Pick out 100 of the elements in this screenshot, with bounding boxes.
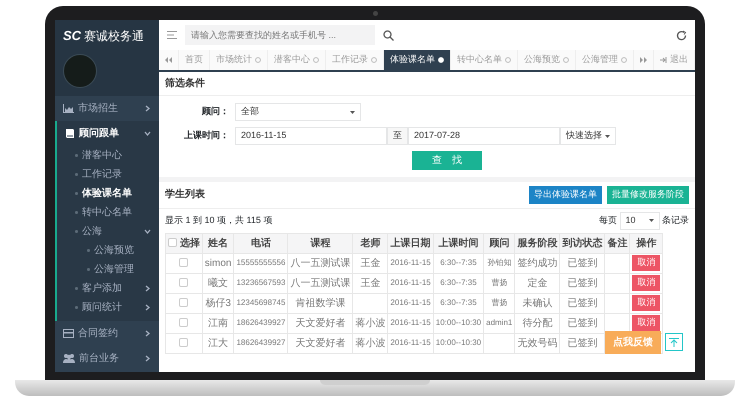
book-icon xyxy=(65,128,75,138)
close-icon xyxy=(563,57,569,63)
cancel-button[interactable]: 取消 xyxy=(632,315,660,331)
tab[interactable]: 转中心名单 xyxy=(451,50,518,70)
avatar[interactable] xyxy=(63,54,97,88)
table-cell: 13236567593 xyxy=(234,273,288,293)
table-cell: 待分配 xyxy=(514,313,560,333)
chevron-right-icon xyxy=(144,284,151,292)
sidebar-subitem[interactable]: 转中心名单 xyxy=(57,202,159,222)
tab[interactable]: 公海管理 xyxy=(576,50,634,70)
back-to-top-button[interactable] xyxy=(665,333,683,351)
sidebar-subitem[interactable]: 体验课名单 xyxy=(57,184,159,202)
cancel-button[interactable]: 取消 xyxy=(632,255,660,271)
quick-select-dropdown[interactable]: 快速选择 xyxy=(560,127,616,145)
result-summary: 显示 1 到 10 项，共 115 项 xyxy=(165,214,272,227)
table-cell: 18626439927 xyxy=(234,313,288,333)
row-checkbox[interactable] xyxy=(179,338,188,348)
caret-icon xyxy=(605,134,610,138)
action-button[interactable]: 批量修改服务阶段 xyxy=(607,186,689,204)
chevron-right-icon xyxy=(144,304,151,310)
table-cell: 10:00--10:30 xyxy=(433,313,484,333)
advisor-select[interactable]: 全部 xyxy=(235,103,361,121)
date-field[interactable]: 2017-07-28 xyxy=(408,127,560,145)
logo: SC xyxy=(63,28,82,43)
name-link[interactable]: 江南 xyxy=(202,313,234,333)
field-label: 上课时间： xyxy=(183,129,229,142)
card-icon xyxy=(63,328,74,338)
tab[interactable]: 首页 xyxy=(179,50,210,70)
sidebar-item[interactable]: 合同签约 xyxy=(55,320,159,346)
tab[interactable]: 市场统计 xyxy=(210,50,268,70)
select-all-checkbox[interactable] xyxy=(168,238,177,248)
row-checkbox[interactable] xyxy=(179,258,188,268)
row-checkbox[interactable] xyxy=(179,318,188,328)
table-cell: admin1 xyxy=(484,313,515,333)
column-header: 服务阶段 xyxy=(514,233,560,253)
field-label: 顾问： xyxy=(200,105,229,118)
per-page-select[interactable]: 10 xyxy=(620,212,660,230)
chart-icon xyxy=(63,104,74,112)
sidebar-subitem[interactable]: 公海预览 xyxy=(57,240,159,260)
close-icon xyxy=(255,57,261,63)
table-cell: 2016-11-15 xyxy=(388,253,434,273)
arrow-up-icon xyxy=(669,338,679,346)
close-icon xyxy=(621,57,627,63)
column-header: 操作 xyxy=(630,233,663,253)
cancel-button[interactable]: 取消 xyxy=(632,295,660,311)
row-checkbox[interactable] xyxy=(179,278,188,288)
sidebar-item[interactable]: 市场招生 xyxy=(55,96,159,120)
table-cell: 孙铂知 xyxy=(484,253,515,273)
table-cell: 已签到 xyxy=(560,293,605,313)
name-link[interactable]: 江大 xyxy=(202,333,234,353)
table-cell: 王金 xyxy=(352,253,388,273)
caret-icon xyxy=(350,110,355,114)
sidebar-subitem[interactable]: 潜客中心 xyxy=(57,146,159,164)
table-cell: 18626439927 xyxy=(234,333,288,353)
close-icon xyxy=(371,57,377,63)
table-cell: 八一五测试课 xyxy=(288,273,353,293)
refresh-icon xyxy=(676,30,687,40)
people-icon xyxy=(63,353,75,363)
table-cell: 天文爱好者 xyxy=(288,333,353,353)
tab[interactable]: 公海预览 xyxy=(518,50,576,70)
sidebar-item[interactable]: 前台业务 xyxy=(55,346,159,370)
chevron-down-icon xyxy=(144,130,151,136)
sidebar-item[interactable]: 顾问跟单 xyxy=(55,120,159,146)
table-cell: 蒋小波 xyxy=(352,333,388,353)
column-header: 电话 xyxy=(234,233,288,253)
row-checkbox[interactable] xyxy=(179,298,188,308)
column-header: 到访状态 xyxy=(560,233,605,253)
sidebar-subitem[interactable]: 公海 xyxy=(57,222,159,240)
cancel-button[interactable]: 取消 xyxy=(632,275,660,291)
column-header: 老师 xyxy=(352,233,388,253)
table-cell: 10:00--10:30 xyxy=(433,333,484,353)
double-right-arrow-icon xyxy=(640,57,647,63)
sidebar-subitem[interactable]: 工作记录 xyxy=(57,164,159,184)
sidebar-subitem[interactable]: 公海管理 xyxy=(57,260,159,278)
menu-icon xyxy=(167,31,177,39)
column-header: 选择 xyxy=(180,238,200,248)
date-field[interactable]: 2016-11-15 xyxy=(235,127,387,145)
search-button[interactable]: 查 找 xyxy=(412,151,482,170)
chevron-right-icon xyxy=(144,104,151,112)
panel-title: 学生列表 xyxy=(165,188,205,202)
search-icon xyxy=(383,30,394,40)
table-cell: 已签到 xyxy=(560,313,605,333)
name-link[interactable]: 杨仔3 xyxy=(202,293,234,313)
chevron-down-icon xyxy=(144,228,151,234)
tab[interactable]: 体验课名单 xyxy=(384,50,451,70)
logout-button[interactable]: 退出 xyxy=(654,50,695,70)
chevron-right-icon xyxy=(144,330,151,336)
name-link[interactable]: 曦文 xyxy=(202,273,234,293)
tab[interactable]: 潜客中心 xyxy=(268,50,326,70)
camera-icon xyxy=(373,11,378,16)
sidebar-subitem[interactable]: 顾问统计 xyxy=(57,298,159,316)
table-cell: 2016-11-15 xyxy=(388,313,434,333)
table-cell: 肯祖数学课 xyxy=(288,293,353,313)
table-cell: 曹扬 xyxy=(484,273,515,293)
name-link[interactable]: simon xyxy=(202,253,234,273)
search-field[interactable]: 请输入您需要查找的姓名或手机号 ... xyxy=(185,25,375,45)
sidebar-subitem[interactable]: 客户添加 xyxy=(57,278,159,298)
column-header: 姓名 xyxy=(202,233,234,253)
action-button[interactable]: 导出体验课名单 xyxy=(529,186,602,204)
column-header: 上课时间 xyxy=(433,233,484,253)
